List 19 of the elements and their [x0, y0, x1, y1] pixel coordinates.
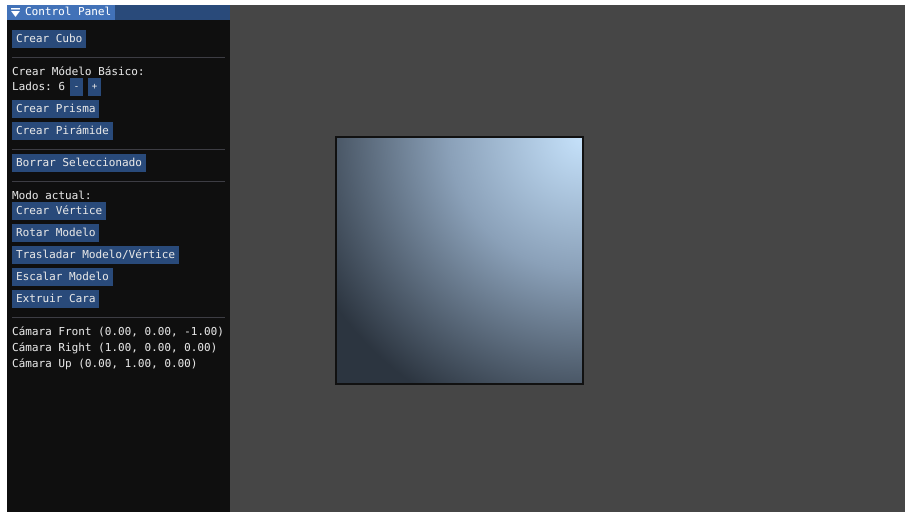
sides-label: Lados: 6	[12, 79, 65, 95]
panel-button[interactable]: Extruir Cara	[12, 290, 100, 308]
info-text: Cámara Up (0.00, 1.00, 0.00)	[12, 357, 198, 370]
info-text: Crear Módelo Básico:	[12, 65, 144, 78]
collapse-icon[interactable]	[11, 8, 20, 17]
panel-button[interactable]: Escalar Modelo	[12, 268, 113, 286]
info-text: Cámara Right (1.00, 0.00, 0.00)	[12, 341, 218, 354]
panel-button[interactable]: Trasladar Modelo/Vértice	[12, 246, 179, 264]
panel-button[interactable]: Crear Cubo	[12, 30, 86, 48]
step-button[interactable]: -	[70, 78, 83, 96]
panel-button[interactable]: Crear Pirámide	[12, 122, 113, 140]
info-text: Cámara Front (0.00, 0.00, -1.00)	[12, 325, 224, 338]
step-button[interactable]: +	[88, 78, 101, 96]
panel-title: Control Panel	[25, 4, 112, 20]
panel-button[interactable]: Crear Vértice	[12, 202, 106, 220]
info-text: Modo actual:	[12, 189, 92, 202]
panel-button[interactable]: Rotar Modelo	[12, 224, 100, 242]
panel-button[interactable]: Borrar Seleccionado	[12, 154, 146, 172]
panel-button[interactable]: Crear Prisma	[12, 100, 100, 118]
